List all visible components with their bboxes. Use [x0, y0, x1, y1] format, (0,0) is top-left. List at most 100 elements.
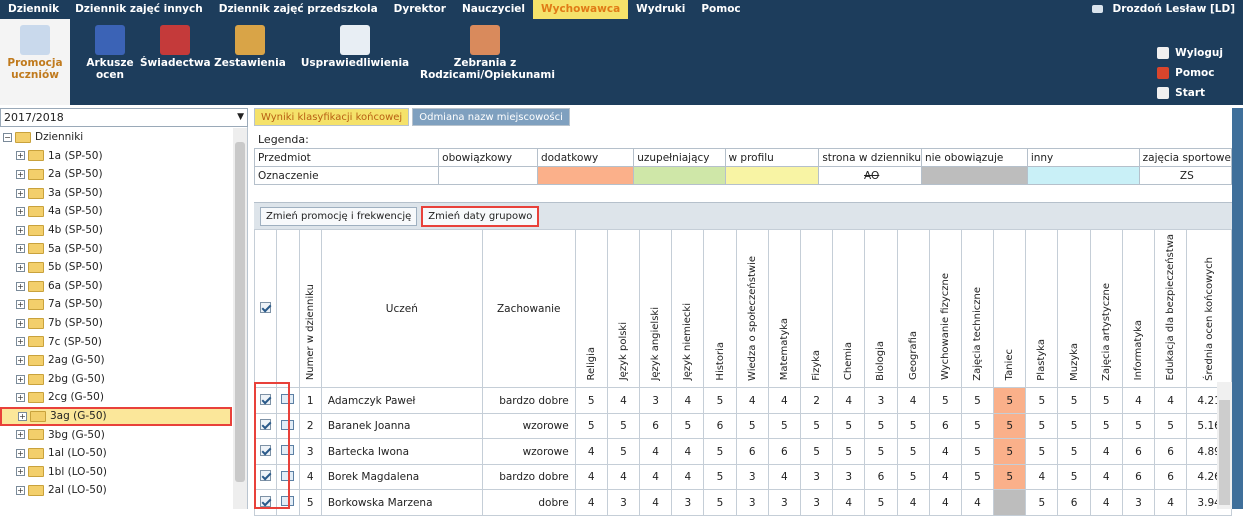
grade-cell[interactable]: 4 — [1089, 463, 1123, 491]
user-name[interactable]: Drozdoń Lesław [LD] — [1113, 0, 1235, 19]
grade-cell[interactable]: 6 — [767, 438, 801, 465]
expand-icon[interactable]: + — [16, 355, 25, 365]
menu-item[interactable]: Dziennik zajęć przedszkola — [211, 0, 386, 19]
grade-cell[interactable]: 5 — [1089, 412, 1123, 440]
table-row[interactable]: 2 Baranek Joanna wzorowe 5 5 6 5 6 5 5 5 5 5 5 6 5 5 5 5 5 5… — [253, 412, 1232, 440]
side-panel-strip[interactable] — [1232, 108, 1243, 509]
grade-cell[interactable]: 5 — [799, 412, 834, 440]
tree-node[interactable]: +5b (SP-50) — [0, 258, 232, 277]
grade-cell[interactable]: 5 — [1057, 438, 1091, 465]
grade-cell[interactable]: 5 — [832, 438, 866, 465]
grade-cell[interactable]: 5 — [832, 412, 866, 440]
tree-node[interactable]: +2al (LO-50) — [0, 481, 232, 500]
grade-cell[interactable]: 5 — [767, 412, 801, 440]
tree-node[interactable]: +2a (SP-50) — [0, 165, 232, 184]
grade-cell[interactable]: 4 — [767, 463, 801, 491]
tree-node[interactable]: +1al (LO-50) — [0, 444, 232, 463]
grade-cell[interactable]: 3 — [832, 463, 866, 491]
grade-cell[interactable]: 3 — [1121, 489, 1156, 516]
grade-cell[interactable]: 4 — [767, 387, 801, 414]
grade-cell[interactable]: 2 — [799, 387, 834, 414]
toolbar-button[interactable]: Promocja uczniów — [0, 19, 70, 105]
tree-node[interactable]: +7b (SP-50) — [0, 314, 232, 333]
grade-cell[interactable]: 5 — [993, 412, 1027, 440]
toolbar-button[interactable]: Zebrania z Rodzicami/Opiekunami — [420, 19, 555, 105]
tree-node[interactable]: +7c (SP-50) — [0, 333, 232, 352]
grade-cell[interactable]: 3 — [799, 463, 834, 491]
chat-icon[interactable] — [1092, 5, 1103, 13]
grade-cell[interactable]: 6 — [1057, 489, 1091, 516]
grade-cell[interactable]: 5 — [1025, 412, 1059, 440]
grade-cell[interactable]: 4 — [1089, 438, 1123, 465]
grade-cell[interactable]: 5 — [1025, 387, 1059, 414]
menu-item[interactable]: Dziennik zajęć innych — [67, 0, 211, 19]
grade-cell[interactable]: 5 — [896, 438, 930, 465]
expand-icon[interactable]: + — [16, 393, 25, 403]
expand-icon[interactable]: + — [16, 430, 25, 440]
tree-node[interactable]: − Dzienniki — [0, 128, 232, 147]
expand-icon[interactable]: + — [16, 207, 25, 217]
grade-cell[interactable]: 5 — [671, 412, 705, 440]
tree-node[interactable]: +4b (SP-50) — [0, 221, 232, 240]
grade-cell[interactable]: 5 — [799, 438, 834, 465]
expand-icon[interactable]: + — [16, 281, 25, 291]
grade-cell[interactable]: 4 — [896, 489, 930, 516]
expand-icon[interactable]: − — [3, 132, 12, 142]
menu-item[interactable]: Nauczyciel — [454, 0, 533, 19]
grade-cell[interactable]: 4 — [1089, 489, 1123, 516]
tree-node[interactable]: +1bl (LO-50) — [0, 463, 232, 482]
grade-cell[interactable]: 5 — [960, 463, 995, 491]
grade-cell[interactable]: 4 — [574, 463, 608, 491]
grade-cell[interactable]: 5 — [606, 438, 641, 465]
grade-cell[interactable]: 6 — [735, 438, 769, 465]
chevron-down-icon[interactable]: ▼ — [237, 109, 244, 126]
grade-cell[interactable]: 5 — [1025, 489, 1059, 516]
grade-cell[interactable]: 6 — [639, 412, 673, 440]
grade-cell[interactable]: 5 — [1025, 438, 1059, 465]
column-header[interactable] — [253, 228, 278, 389]
grade-cell[interactable]: 3 — [864, 387, 898, 414]
grade-cell[interactable]: 4 — [1154, 387, 1188, 414]
grade-cell[interactable]: 5 — [928, 387, 962, 414]
select-all-checkbox[interactable] — [260, 301, 272, 313]
grade-cell[interactable]: 6 — [1121, 463, 1156, 491]
grade-cell[interactable]: 4 — [639, 489, 673, 516]
expand-icon[interactable]: + — [16, 300, 25, 310]
grade-cell[interactable]: 3 — [671, 489, 705, 516]
grade-cell[interactable]: 6 — [1154, 438, 1188, 465]
tree-node[interactable]: +3a (SP-50) — [0, 184, 232, 203]
toolbar-button[interactable]: Usprawiedliwienia — [290, 19, 420, 105]
grade-cell[interactable]: 5 — [896, 412, 930, 440]
grade-cell[interactable]: 6 — [928, 412, 962, 440]
toolbar-button[interactable]: Zestawienia — [210, 19, 290, 105]
expand-icon[interactable]: + — [16, 244, 25, 254]
grade-cell[interactable]: 4 — [574, 489, 608, 516]
grade-cell[interactable]: 4 — [832, 489, 866, 516]
grade-cell[interactable]: 5 — [960, 387, 995, 414]
table-row[interactable]: 4 Borek Magdalena bardzo dobre 4 4 4 4 5 3 4 3 3 6 5 4… — [253, 463, 1232, 491]
grade-cell[interactable]: 4 — [639, 463, 673, 491]
tree-node[interactable]: +2cg (G-50) — [0, 388, 232, 407]
expand-icon[interactable]: + — [16, 225, 25, 235]
grade-cell[interactable]: 5 — [1057, 463, 1091, 491]
grade-cell[interactable]: 4 — [960, 489, 995, 516]
tree-node[interactable]: +4a (SP-50) — [0, 202, 232, 221]
expand-icon[interactable]: + — [16, 188, 25, 198]
grade-cell[interactable]: 4 — [671, 463, 705, 491]
grade-cell[interactable]: 5 — [703, 489, 737, 516]
table-row[interactable]: 5 Borkowska Marzena dobre 4 3 4 3 5 3 3 3 4 5 4 4 4 5 6 4 3… — [253, 489, 1232, 516]
grade-cell[interactable]: 5 — [1057, 412, 1091, 440]
tab[interactable]: Wyniki klasyfikacji końcowej — [254, 108, 410, 126]
expand-icon[interactable]: + — [16, 467, 25, 477]
tree-node[interactable]: +6a (SP-50) — [0, 277, 232, 296]
right-menu-item[interactable]: Pomoc — [1157, 63, 1223, 83]
tree-node[interactable]: +7a (SP-50) — [0, 295, 232, 314]
grade-cell[interactable]: 3 — [735, 489, 769, 516]
grade-cell[interactable]: 5 — [1057, 387, 1091, 414]
tree-node[interactable]: +5a (SP-50) — [0, 240, 232, 259]
grade-cell[interactable]: 5 — [993, 463, 1027, 491]
menu-item[interactable]: Dyrektor — [386, 0, 454, 19]
grade-cell[interactable]: 5 — [703, 463, 737, 491]
tree-node[interactable]: +3bg (G-50) — [0, 426, 232, 445]
grade-cell[interactable]: 5 — [1121, 412, 1156, 440]
